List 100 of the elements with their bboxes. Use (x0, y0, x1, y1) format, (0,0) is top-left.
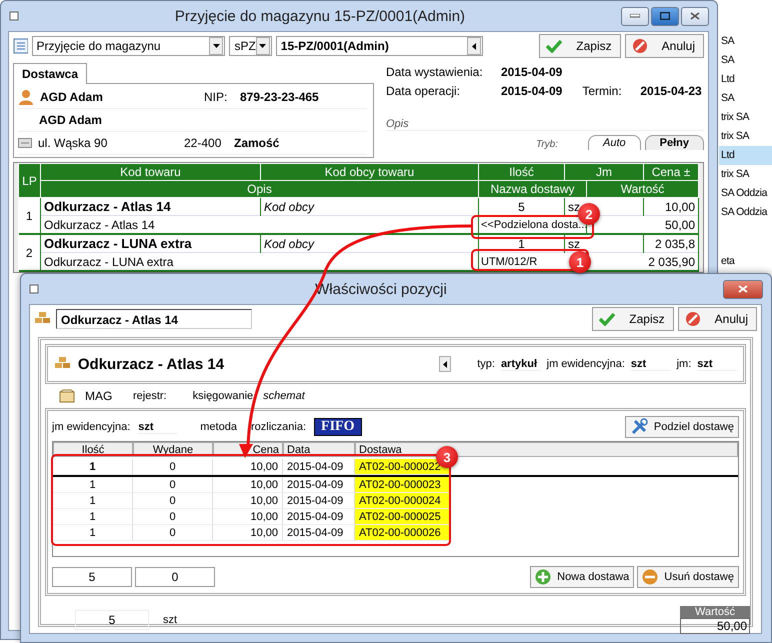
supplier-name: AGD Adam (40, 90, 104, 104)
quantity-unit: szt (163, 614, 178, 626)
table-cell: 10,00 (644, 198, 698, 216)
table-cell: 1 (53, 477, 133, 493)
left-arrow-icon (472, 42, 476, 50)
app-icon (29, 284, 39, 294)
mode-tab[interactable]: Auto (588, 135, 641, 150)
table-cell: Kod obcy (260, 234, 478, 252)
posting-label: księgowanie (192, 390, 254, 402)
minus-icon (642, 569, 658, 585)
list-item[interactable]: Ltd (719, 70, 772, 89)
list-item[interactable]: trix SA (719, 165, 772, 184)
column-header: Jm (564, 164, 644, 180)
maximize-button[interactable] (651, 6, 679, 26)
column-header: Opis (40, 180, 478, 198)
mode-label: Tryb: (536, 139, 558, 150)
table-cell: Odkurzacz - LUNA extra (40, 252, 478, 271)
list-item[interactable]: SA Oddzia (719, 203, 772, 222)
list-item[interactable]: trix SA (719, 127, 772, 146)
cancel-button[interactable]: Anuluj (624, 34, 704, 58)
person-icon (18, 89, 34, 105)
posting-value: schemat (263, 390, 305, 402)
table-cell: 1 (53, 493, 133, 509)
value-field: 50,00 (680, 618, 750, 634)
operation-date-value: 2015-04-09 (500, 84, 562, 98)
table-cell: 0 (133, 525, 213, 541)
cancel-button[interactable]: Anuluj (678, 307, 757, 331)
table-cell: 5 (478, 198, 564, 216)
list-item[interactable]: SA (719, 32, 772, 51)
table-cell: 10,00 (213, 493, 283, 509)
jm-value: szt (697, 358, 737, 370)
list-item[interactable]: SA (719, 89, 772, 108)
column-header: Wartość (586, 180, 698, 198)
type-value: artykuł (500, 358, 541, 370)
table-cell: Odkurzacz - Atlas 14 (40, 198, 260, 216)
split-delivery-button[interactable]: Podziel dostawę (624, 416, 739, 438)
mode-tab[interactable]: Pełny (644, 135, 704, 150)
document-number-field[interactable]: 15-PZ/0001(Admin) (276, 36, 484, 56)
close-button[interactable] (723, 280, 763, 298)
table-cell: 10,00 (213, 509, 283, 525)
table-cell: 10,00 (213, 525, 283, 541)
app-icon (9, 11, 19, 21)
dropdown-arrow-icon (212, 44, 220, 48)
method-badge: FIFO (314, 418, 362, 436)
table-cell: AT02-00-000023 (355, 477, 451, 493)
save-button[interactable]: Zapisz (592, 307, 674, 331)
issue-date-value: 2015-04-09 (500, 64, 562, 78)
row-number: 1 (18, 198, 40, 234)
column-header: Nazwa dostawy (478, 180, 586, 198)
method-label: metoda rozliczania: (200, 421, 306, 433)
delivery-button[interactable]: Usuń dostawę (637, 566, 739, 588)
close-icon (738, 285, 748, 293)
value-label: Wartość (680, 606, 750, 618)
document-type-dropdown[interactable]: Przyjęcie do magazynu (32, 36, 226, 56)
expand-button[interactable] (439, 356, 452, 372)
list-item[interactable]: eta (719, 252, 772, 271)
address-card-icon (18, 138, 32, 148)
table-row[interactable]: 1 0 10,00 2015-04-09 AT02-00-000023 (53, 477, 738, 493)
warehouse-text: MAG (85, 389, 114, 403)
list-item[interactable]: SA Oddzia (719, 184, 772, 203)
list-item[interactable]: SA (719, 51, 772, 70)
supplier-tab[interactable]: Dostawca (13, 63, 88, 84)
document-icon (13, 38, 28, 54)
delivery-button[interactable]: Nowa dostawa (530, 566, 634, 588)
city-text: Zamość (234, 136, 280, 150)
table-cell: 1 (53, 509, 133, 525)
unit-label: jm ewidencyjna: (546, 358, 625, 370)
series-dropdown[interactable]: sPZ (229, 36, 272, 56)
jm-label: jm: (676, 358, 692, 370)
total-field: 0 (135, 567, 215, 587)
table-cell: Odkurzacz - Atlas 14 (40, 216, 478, 234)
close-icon (690, 12, 700, 20)
dropdown-arrow-icon (259, 44, 266, 48)
table-cell: Kod obcy (260, 198, 478, 216)
close-button[interactable] (681, 6, 709, 26)
table-cell: 10,00 (213, 477, 283, 493)
unit-value: szt (138, 420, 178, 434)
table-row[interactable]: 1 0 10,00 2015-04-09 AT02-00-000026 (53, 525, 738, 541)
table-cell: 0 (133, 509, 213, 525)
table-row[interactable]: 1 0 10,00 2015-04-09 AT02-00-000024 (53, 493, 738, 509)
item-name-field[interactable]: Odkurzacz - Atlas 14 (56, 309, 252, 329)
column-header: Ilość (478, 164, 564, 180)
minimize-button[interactable] (621, 6, 649, 26)
table-cell: 0 (133, 477, 213, 493)
list-item[interactable]: trix SA (719, 108, 772, 127)
product-name: Odkurzacz - Atlas 14 (78, 356, 226, 372)
list-item[interactable]: Ltd (719, 146, 772, 165)
due-date-value: 2015-04-23 (640, 84, 702, 98)
window-title: Przyjęcie do magazynu 15-PZ/0001(Admin) (174, 8, 466, 24)
column-header: Kod towaru (40, 164, 260, 180)
table-cell: 2 035,8 (644, 234, 698, 252)
table-row[interactable]: 1 0 10,00 2015-04-09 AT02-00-000025 (53, 509, 738, 525)
table-cell: AT02-00-000025 (355, 509, 451, 525)
nip-label: NIP: (204, 90, 228, 104)
row-number: 2 (18, 234, 40, 271)
left-arrow-icon (443, 360, 448, 368)
nip-value: 879-23-23-465 (240, 90, 319, 104)
table-cell: 0 (133, 493, 213, 509)
save-button[interactable]: Zapisz (539, 34, 621, 58)
description-label: Opis (386, 118, 704, 131)
